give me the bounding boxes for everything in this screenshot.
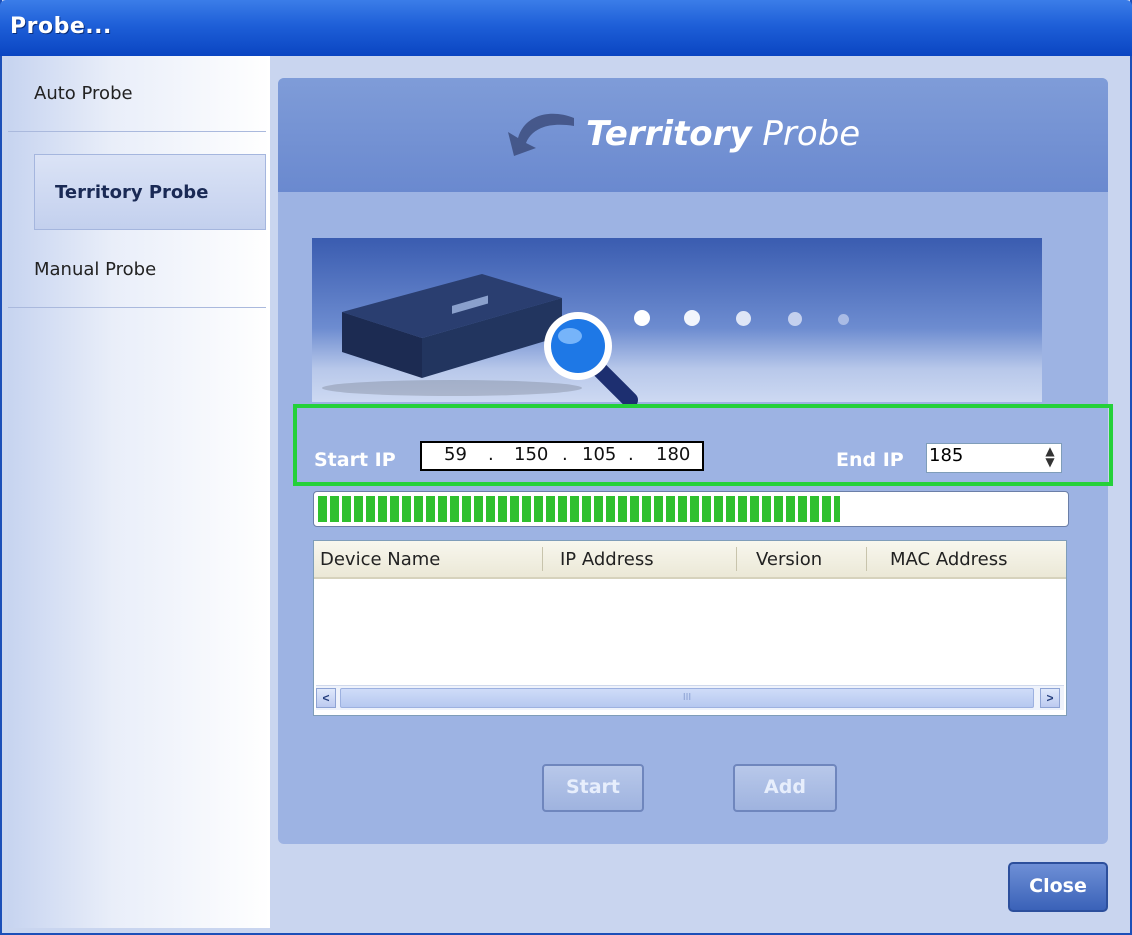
ip-separator: . bbox=[488, 444, 494, 465]
panel-title: Territory Probe bbox=[586, 114, 860, 154]
panel-title-bold: Territory bbox=[586, 114, 752, 154]
progress-dot bbox=[634, 310, 650, 326]
end-ip-value[interactable]: 185 bbox=[929, 445, 963, 466]
end-ip-spinner[interactable]: 185 ▲ ▼ bbox=[926, 443, 1062, 473]
network-device-icon bbox=[322, 274, 582, 396]
progress-fill bbox=[318, 496, 840, 522]
column-divider[interactable] bbox=[542, 547, 543, 571]
column-device-name[interactable]: Device Name bbox=[320, 549, 440, 570]
progress-dot bbox=[684, 310, 700, 326]
end-ip-label: End IP bbox=[836, 449, 904, 471]
scroll-left-icon[interactable]: < bbox=[316, 688, 336, 708]
table-header: Device Name IP Address Version MAC Addre… bbox=[314, 541, 1066, 579]
probe-illustration bbox=[312, 238, 1042, 408]
scroll-right-icon[interactable]: > bbox=[1040, 688, 1060, 708]
magnifier-icon bbox=[544, 312, 638, 408]
panel-header: Territory Probe bbox=[278, 78, 1108, 192]
sidebar-item-manual-probe[interactable]: Manual Probe bbox=[8, 232, 266, 308]
column-divider[interactable] bbox=[736, 547, 737, 571]
spinner-arrows-icon[interactable]: ▲ ▼ bbox=[1041, 445, 1059, 470]
panel-title-regular: Probe bbox=[762, 114, 861, 154]
sidebar-item-label: Territory Probe bbox=[55, 181, 209, 203]
column-mac-address[interactable]: MAC Address bbox=[890, 549, 1008, 570]
curved-arrow-icon bbox=[508, 113, 574, 156]
column-divider[interactable] bbox=[866, 547, 867, 571]
ip-octet-3[interactable]: 105 bbox=[582, 444, 616, 465]
column-ip-address[interactable]: IP Address bbox=[560, 549, 654, 570]
progress-dot bbox=[736, 311, 751, 326]
probe-window: Probe... Auto Probe Territory Probe Manu… bbox=[0, 0, 1132, 935]
start-ip-label: Start IP bbox=[314, 449, 396, 471]
sidebar: Auto Probe Territory Probe Manual Probe bbox=[8, 56, 270, 928]
ip-octet-4[interactable]: 180 bbox=[656, 444, 690, 465]
device-table[interactable]: Device Name IP Address Version MAC Addre… bbox=[313, 540, 1067, 716]
sidebar-item-label: Manual Probe bbox=[34, 259, 157, 280]
window-title: Probe... bbox=[10, 14, 112, 39]
sidebar-item-auto-probe[interactable]: Auto Probe bbox=[8, 56, 266, 132]
progress-dot bbox=[838, 314, 849, 325]
ip-separator: . bbox=[562, 444, 568, 465]
add-button[interactable]: Add bbox=[733, 764, 837, 812]
sidebar-item-territory-probe[interactable]: Territory Probe bbox=[34, 154, 266, 230]
ip-octet-1[interactable]: 59 bbox=[444, 444, 467, 465]
start-button[interactable]: Start bbox=[542, 764, 644, 812]
sidebar-item-label: Auto Probe bbox=[34, 83, 133, 104]
column-version[interactable]: Version bbox=[756, 549, 822, 570]
scrollbar-thumb[interactable]: III bbox=[340, 688, 1034, 708]
close-button[interactable]: Close bbox=[1008, 862, 1108, 912]
horizontal-scrollbar[interactable]: < III > bbox=[316, 685, 1064, 710]
title-bar: Probe... bbox=[0, 0, 1132, 56]
ip-octet-2[interactable]: 150 bbox=[514, 444, 548, 465]
scrollbar-grip: III bbox=[682, 692, 692, 703]
ip-separator: . bbox=[628, 444, 634, 465]
progress-dot bbox=[788, 312, 802, 326]
start-ip-field[interactable]: 59 . 150 . 105 . 180 bbox=[420, 441, 704, 471]
probe-progress-bar bbox=[313, 491, 1069, 527]
